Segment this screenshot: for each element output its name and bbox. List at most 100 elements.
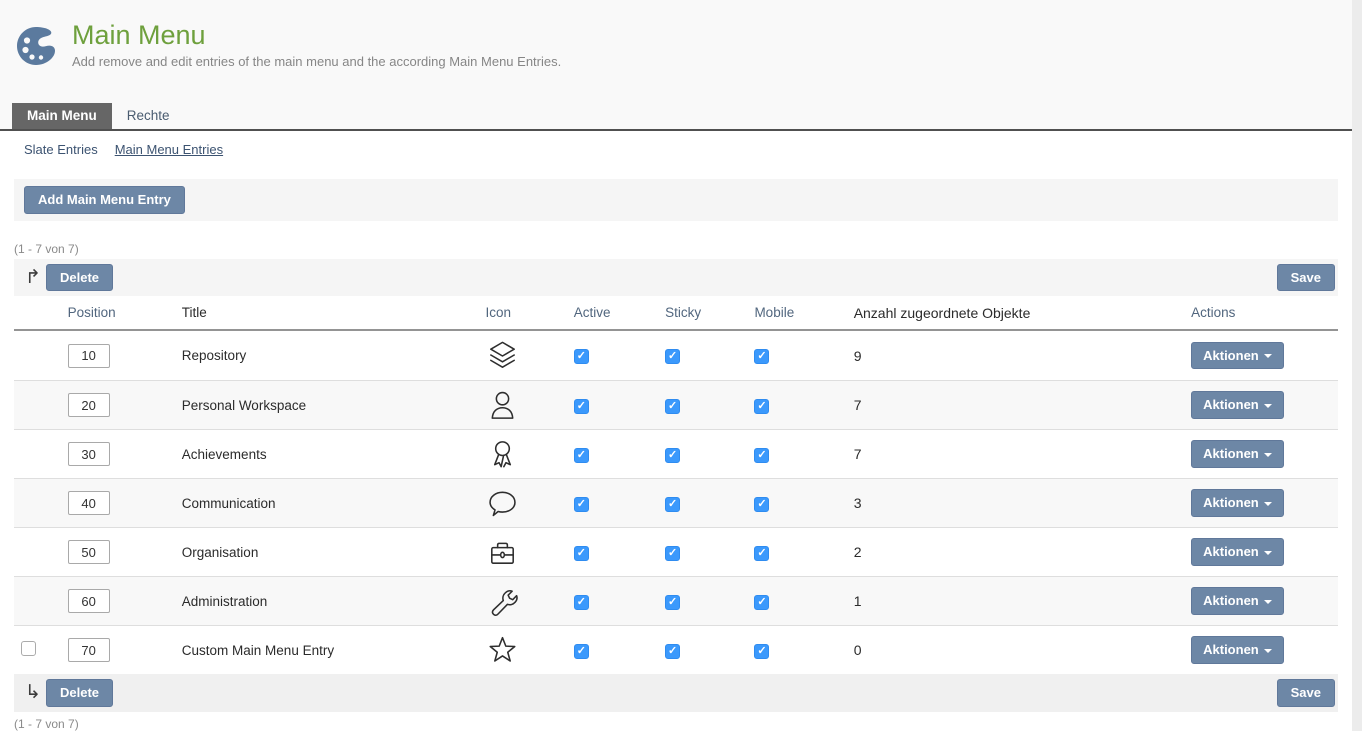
main-content: Main Menu Add remove and edit entries of… [0,0,1352,731]
active-checkbox[interactable] [574,448,589,463]
active-checkbox[interactable] [574,546,589,561]
column-header-icon: Icon [485,305,573,320]
actions-dropdown-button[interactable]: Aktionen [1191,391,1284,419]
pagination-top: (1 - 7 von 7) [14,242,1338,256]
actions-dropdown-label: Aktionen [1203,397,1259,412]
mobile-checkbox[interactable] [754,399,769,414]
tab-rechte[interactable]: Rechte [112,103,185,129]
active-checkbox[interactable] [574,349,589,364]
row-title: Administration [182,594,486,609]
subtab-slate-entries[interactable]: Slate Entries [24,142,98,157]
position-input[interactable] [68,344,110,368]
layers-icon [485,338,520,373]
actions-dropdown-label: Aktionen [1203,348,1259,363]
chevron-down-icon [1264,600,1272,604]
sticky-checkbox[interactable] [665,595,680,610]
wrench-icon [485,584,520,619]
assigned-objects-count: 7 [854,446,1191,462]
speech-bubble-icon [485,486,520,521]
chevron-down-icon [1264,551,1272,555]
chevron-down-icon [1264,453,1272,457]
position-input[interactable] [68,491,110,515]
user-icon [485,388,520,423]
sticky-checkbox[interactable] [665,546,680,561]
position-input[interactable] [68,540,110,564]
subtab-main-menu-entries[interactable]: Main Menu Entries [115,142,223,157]
star-icon [485,633,520,668]
delete-button-bottom[interactable]: Delete [46,679,113,707]
actions-dropdown-button[interactable]: Aktionen [1191,342,1284,370]
column-header-sticky: Sticky [665,305,754,320]
row-title: Personal Workspace [182,398,486,413]
save-button-top[interactable]: Save [1277,264,1335,292]
row-select-checkbox[interactable] [21,641,36,656]
mobile-checkbox[interactable] [754,448,769,463]
sticky-checkbox[interactable] [665,399,680,414]
assigned-objects-count: 1 [854,593,1191,609]
table-body: Repository 9 Aktionen Personal Workspace [14,331,1338,674]
actions-dropdown-label: Aktionen [1203,593,1259,608]
active-checkbox[interactable] [574,399,589,414]
actions-dropdown-label: Aktionen [1203,495,1259,510]
mobile-checkbox[interactable] [754,644,769,659]
actions-dropdown-button[interactable]: Aktionen [1191,440,1284,468]
chevron-down-icon [1264,649,1272,653]
position-input[interactable] [68,393,110,417]
apply-above-arrow-icon: ↳ [20,683,46,702]
assigned-objects-count: 2 [854,544,1191,560]
column-header-position: Position [68,305,182,320]
assigned-objects-count: 3 [854,495,1191,511]
tab-main-menu[interactable]: Main Menu [12,103,112,129]
table-row: Repository 9 Aktionen [14,331,1338,380]
actions-dropdown-button[interactable]: Aktionen [1191,587,1284,615]
assigned-objects-count: 9 [854,348,1191,364]
table-toolbar-bottom: ↳ Delete Save [14,674,1338,712]
chevron-down-icon [1264,502,1272,506]
sticky-checkbox[interactable] [665,448,680,463]
mobile-checkbox[interactable] [754,546,769,561]
add-main-menu-entry-button[interactable]: Add Main Menu Entry [24,186,185,214]
position-input[interactable] [68,638,110,662]
column-header-count: Anzahl zugeordnete Objekte [854,305,1191,321]
table-row: Personal Workspace 7 Aktionen [14,380,1338,429]
table-header-row: Position Title Icon Active Sticky Mobile… [14,296,1338,331]
table-toolbar-top: ↱ Delete Save [14,259,1338,297]
active-checkbox[interactable] [574,595,589,610]
actions-dropdown-button[interactable]: Aktionen [1191,538,1284,566]
page-subtitle: Add remove and edit entries of the main … [72,54,561,69]
actions-dropdown-label: Aktionen [1203,544,1259,559]
actions-dropdown-button[interactable]: Aktionen [1191,489,1284,517]
column-header-actions: Actions [1191,305,1338,320]
briefcase-icon [485,535,520,570]
sticky-checkbox[interactable] [665,644,680,659]
active-checkbox[interactable] [574,497,589,512]
column-header-mobile: Mobile [754,305,853,320]
actions-dropdown-label: Aktionen [1203,642,1259,657]
palette-icon [14,24,58,68]
delete-button-top[interactable]: Delete [46,264,113,292]
page-header: Main Menu Add remove and edit entries of… [0,0,1352,103]
sticky-checkbox[interactable] [665,349,680,364]
row-title: Communication [182,496,486,511]
assigned-objects-count: 7 [854,397,1191,413]
apply-below-arrow-icon: ↱ [20,268,46,287]
position-input[interactable] [68,589,110,613]
subtab-bar: Slate Entries Main Menu Entries [0,131,1352,166]
mobile-checkbox[interactable] [754,595,769,610]
position-input[interactable] [68,442,110,466]
main-menu-table: Position Title Icon Active Sticky Mobile… [14,296,1338,674]
active-checkbox[interactable] [574,644,589,659]
save-button-bottom[interactable]: Save [1277,679,1335,707]
mobile-checkbox[interactable] [754,497,769,512]
column-header-title: Title [182,305,486,320]
pagination-bottom: (1 - 7 von 7) [14,717,1338,731]
mobile-checkbox[interactable] [754,349,769,364]
table-row: Communication 3 Aktionen [14,478,1338,527]
actions-dropdown-button[interactable]: Aktionen [1191,636,1284,664]
badge-icon [485,437,520,472]
page-title: Main Menu [72,20,561,51]
sticky-checkbox[interactable] [665,497,680,512]
table-row: Organisation 2 Aktionen [14,527,1338,576]
chevron-down-icon [1264,404,1272,408]
assigned-objects-count: 0 [854,642,1191,658]
